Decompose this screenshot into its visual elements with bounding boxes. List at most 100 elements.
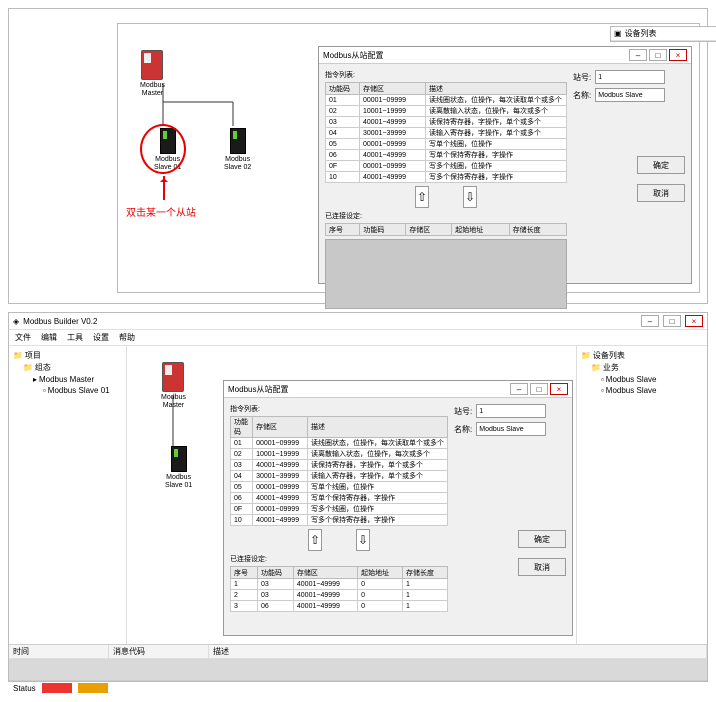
table-row[interactable]: 0500001~09999写单个线圈，位操作 [231, 482, 448, 493]
cancel-button[interactable]: 取消 [518, 558, 566, 576]
annotation-arrow [163, 176, 165, 200]
added-table[interactable]: 序号 功能码 存储区 起始地址 存储长度 [325, 223, 567, 236]
cancel-button[interactable]: 取消 [637, 184, 685, 202]
device-master-icon [162, 362, 184, 392]
table-row[interactable]: 0F00001~09999写多个线圈，位操作 [231, 504, 448, 515]
remove-up-button[interactable]: ⇩ [356, 529, 370, 551]
table-row[interactable]: 0100001~09999读线圈状态，位操作，每次读取单个或多个 [231, 438, 448, 449]
table-row[interactable]: 20340001~4999901 [231, 590, 448, 601]
devlist-group[interactable]: 业务 [603, 363, 619, 372]
remove-up-button[interactable]: ⇩ [463, 186, 477, 208]
table-row[interactable]: 0640001~49999写单个保持寄存器，字操作 [231, 493, 448, 504]
added-table[interactable]: 序号 功能码 存储区 起始地址 存储长度 10340001~4999901203… [230, 566, 448, 612]
slave-node-1[interactable]: ModbusSlave 01 [165, 446, 192, 489]
table-row[interactable]: 0430001~39999读输入寄存器，字操作，单个或多个 [326, 128, 567, 139]
ok-button[interactable]: 确定 [637, 156, 685, 174]
tree-root[interactable]: 项目 [25, 351, 41, 360]
menu-edit[interactable]: 编辑 [41, 332, 57, 343]
device-list-window[interactable]: ▣ 设备列表 [610, 26, 716, 42]
instruction-table[interactable]: 功能码 存储区 描述 0100001~09999读线圈状态，位操作，每次读取单个… [325, 82, 567, 183]
device-master-icon [141, 50, 163, 80]
folder-icon: 📁 [23, 363, 33, 372]
master-node[interactable]: ModbusMaster [161, 362, 186, 409]
master-label: ModbusMaster [161, 394, 186, 409]
minimize-button[interactable]: – [641, 315, 659, 327]
menu-help[interactable]: 帮助 [119, 332, 135, 343]
dialog-title-text: Modbus从站配置 [323, 50, 383, 61]
station-no-label: 站号: [573, 72, 591, 83]
added-col-2: 存储区 [406, 224, 452, 236]
slave1-label: ModbusSlave 01 [165, 474, 192, 489]
menu-setting[interactable]: 设置 [93, 332, 109, 343]
application-window: ◈ Modbus Builder V0.2 – □ × 文件 编辑 工具 设置 … [8, 312, 708, 682]
devlist-slave[interactable]: Modbus Slave [606, 375, 657, 384]
instr-col-1: 存储区 [253, 417, 308, 438]
status-chip-red [42, 683, 72, 693]
table-row[interactable]: 0340001~49999读保持寄存器，字操作，单个或多个 [326, 117, 567, 128]
window-titlebar: ◈ Modbus Builder V0.2 – □ × [9, 313, 707, 330]
name-input[interactable] [595, 88, 665, 102]
table-row[interactable]: 10340001~4999901 [231, 579, 448, 590]
table-row[interactable]: 0640001~49999写单个保持寄存器，字操作 [326, 150, 567, 161]
log-col-time: 时间 [9, 645, 109, 658]
topology-canvas[interactable]: ModbusMaster ModbusSlave 01 Modbus从站配置 –… [127, 346, 577, 644]
close-button[interactable]: × [550, 383, 568, 395]
added-empty-area [325, 239, 567, 309]
added-col-0: 序号 [231, 567, 258, 579]
dialog-titlebar: Modbus从站配置 – □ × [319, 47, 691, 64]
menu-bar: 文件 编辑 工具 设置 帮助 [9, 330, 707, 346]
menu-file[interactable]: 文件 [15, 332, 31, 343]
table-row[interactable]: 0500001~09999写单个线圈，位操作 [326, 139, 567, 150]
log-col-desc: 描述 [209, 645, 707, 658]
log-body[interactable] [9, 659, 707, 680]
added-col-3: 起始地址 [358, 567, 403, 579]
slave-node-2[interactable]: ModbusSlave 02 [224, 128, 251, 171]
maximize-button[interactable]: □ [530, 383, 548, 395]
instr-col-0: 功能码 [326, 83, 360, 95]
table-row[interactable]: 0F00001~09999写多个线圈，位操作 [326, 161, 567, 172]
maximize-button[interactable]: □ [663, 315, 681, 327]
tree-group[interactable]: 组态 [35, 363, 51, 372]
log-panel: 时间 消息代码 描述 [9, 644, 707, 680]
add-down-button[interactable]: ⇧ [308, 529, 322, 551]
close-button[interactable]: × [685, 315, 703, 327]
table-row[interactable]: 0210001~19999读离散输入状态，位操作，每次或多个 [231, 449, 448, 460]
table-row[interactable]: 0210001~19999读离散输入状态，位操作，每次或多个 [326, 106, 567, 117]
node-icon: ▫ [43, 386, 46, 395]
instr-col-0: 功能码 [231, 417, 253, 438]
device-list-panel[interactable]: 📁 设备列表 📁 业务 ▫ Modbus Slave ▫ Modbus Slav… [577, 346, 707, 644]
table-row[interactable]: 1040001~49999写多个保持寄存器，字操作 [326, 172, 567, 183]
tree-master[interactable]: Modbus Master [39, 375, 94, 384]
tree-slave1[interactable]: Modbus Slave 01 [48, 386, 110, 395]
name-input[interactable] [476, 422, 546, 436]
folder-icon: 📁 [13, 351, 23, 360]
table-row[interactable]: 1040001~49999写多个保持寄存器，字操作 [231, 515, 448, 526]
minimize-button[interactable]: – [629, 49, 647, 61]
table-row[interactable]: 0430001~39999读输入寄存器，字操作，单个或多个 [231, 471, 448, 482]
canvas-window: ModbusMaster ModbusSlave 01 ModbusSlave … [117, 23, 700, 293]
table-row[interactable]: 30640001~4999901 [231, 601, 448, 612]
project-tree[interactable]: 📁 项目 📁 组态 ▸ Modbus Master ▫ Modbus Slave… [9, 346, 127, 644]
menu-tool[interactable]: 工具 [67, 332, 83, 343]
table-row[interactable]: 0100001~09999读线圈状态，位操作，每次读取单个或多个 [326, 95, 567, 106]
devlist-root[interactable]: 设备列表 [593, 351, 625, 360]
instruction-table[interactable]: 功能码 存储区 描述 0100001~09999读线圈状态，位操作，每次读取单个… [230, 416, 448, 526]
ok-button[interactable]: 确定 [518, 530, 566, 548]
added-col-1: 功能码 [257, 567, 293, 579]
table-row[interactable]: 0340001~49999读保持寄存器，字操作，单个或多个 [231, 460, 448, 471]
devlist-slave[interactable]: Modbus Slave [606, 386, 657, 395]
station-no-input[interactable] [476, 404, 546, 418]
minimize-button[interactable]: – [510, 383, 528, 395]
folder-icon: 📁 [581, 351, 591, 360]
added-list-label: 已连接设定: [230, 554, 448, 564]
maximize-button[interactable]: □ [649, 49, 667, 61]
instr-col-2: 描述 [426, 83, 567, 95]
master-node[interactable]: ModbusMaster [140, 50, 165, 97]
close-button[interactable]: × [669, 49, 687, 61]
add-down-button[interactable]: ⇧ [415, 186, 429, 208]
dialog-title-text: Modbus从站配置 [228, 384, 288, 395]
station-no-input[interactable] [595, 70, 665, 84]
folder-icon: 📁 [591, 363, 601, 372]
modbus-slave-config-dialog: Modbus从站配置 – □ × 指令列表: 功能码 存储区 描述 [318, 46, 692, 284]
app-icon: ◈ [13, 317, 19, 326]
